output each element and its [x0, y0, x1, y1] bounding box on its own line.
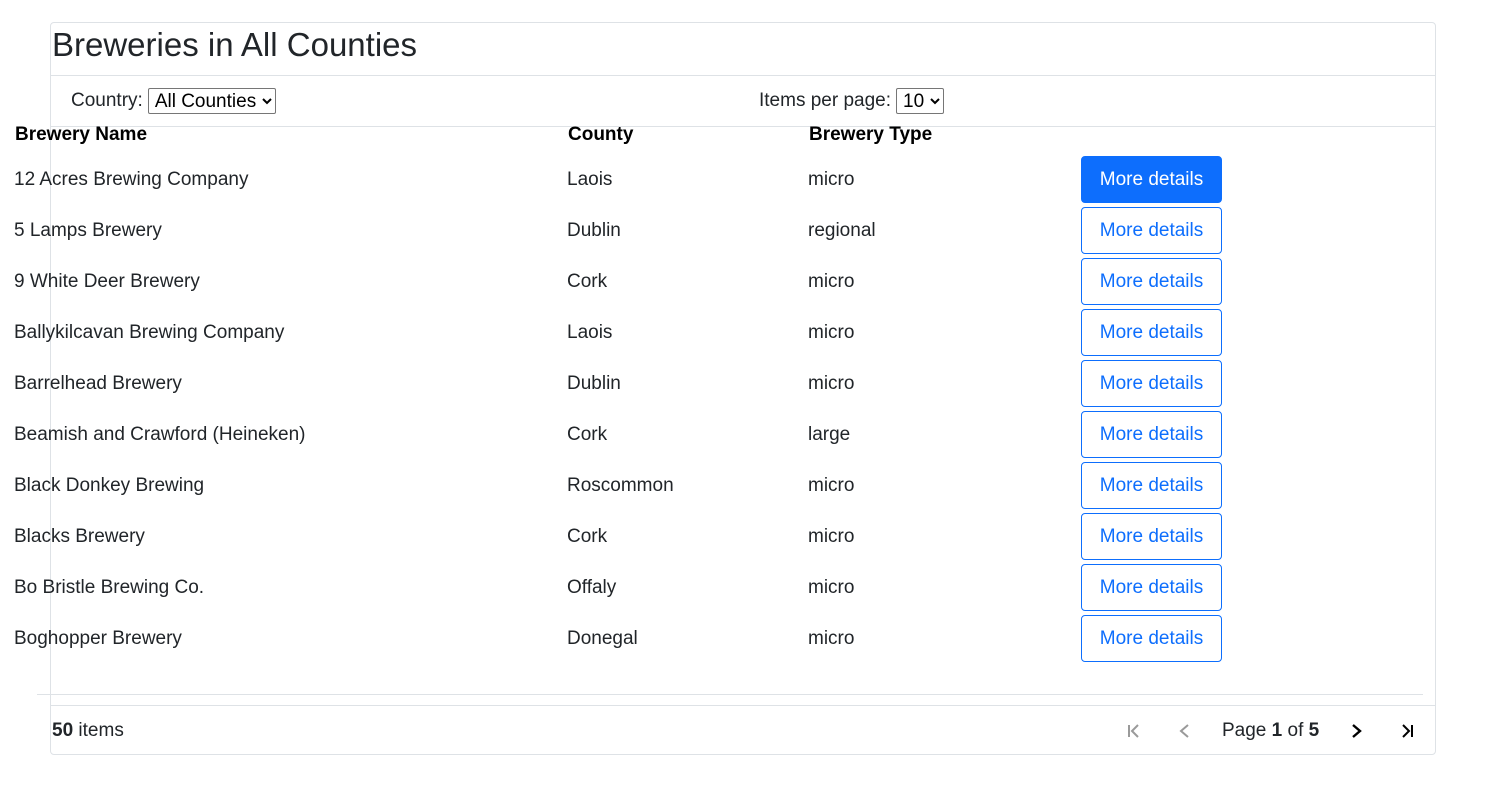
- more-details-button[interactable]: More details: [1081, 411, 1222, 458]
- table-header-row: Brewery Name County Brewery Type: [12, 116, 1252, 154]
- more-details-button[interactable]: More details: [1081, 207, 1222, 254]
- of-word: of: [1282, 720, 1309, 741]
- previous-page-icon: [1179, 724, 1189, 738]
- action-cell: More details: [1079, 562, 1252, 613]
- item-count-number: 50: [52, 720, 74, 741]
- brewery-type-cell: micro: [808, 372, 855, 394]
- action-cell: More details: [1079, 256, 1252, 307]
- table-row: Boghopper Brewery Donegal micro More detail…: [12, 613, 1252, 664]
- pagination: Page 1 of 5: [1121, 718, 1420, 744]
- action-cell: More details: [1079, 409, 1252, 460]
- county-cell: Cork: [567, 525, 608, 547]
- table-row: 12 Acres Brewing Company Laois micro More d…: [12, 154, 1252, 205]
- table-row: Black Donkey Brewing Roscommon micro More d…: [12, 460, 1252, 511]
- page-indicator: Page 1 of 5: [1222, 720, 1319, 742]
- table-row: 9 White Deer Brewery Cork micro More detail…: [12, 256, 1252, 307]
- table-row: Blacks Brewery Cork micro More details: [12, 511, 1252, 562]
- action-cell: More details: [1079, 511, 1252, 562]
- page-word: Page: [1222, 720, 1272, 741]
- item-count-label: items: [73, 720, 124, 741]
- page-title: Breweries in All Counties: [52, 26, 417, 63]
- brewery-name-cell: Boghopper Brewery: [14, 627, 182, 649]
- brewery-type-cell: large: [808, 423, 851, 445]
- items-per-page-select[interactable]: 10: [896, 88, 945, 114]
- brewery-type-cell: micro: [808, 321, 855, 343]
- table-footer: 50 items Page 1 of 5: [51, 705, 1435, 755]
- county-cell: Cork: [567, 270, 608, 292]
- action-cell: More details: [1079, 460, 1252, 511]
- more-details-button[interactable]: More details: [1081, 564, 1222, 611]
- action-cell: More details: [1079, 358, 1252, 409]
- header-county: County: [568, 124, 634, 145]
- brewery-name-cell: Black Donkey Brewing: [14, 474, 205, 496]
- more-details-button[interactable]: More details: [1081, 360, 1222, 407]
- brewery-type-cell: regional: [808, 219, 876, 241]
- table-row: 5 Lamps Brewery Dublin regional More detail…: [12, 205, 1252, 256]
- country-label: Country:: [71, 90, 143, 111]
- last-page-icon: [1402, 724, 1414, 738]
- brewery-type-cell: micro: [808, 627, 855, 649]
- more-details-button[interactable]: More details: [1081, 309, 1222, 356]
- table-row: Bo Bristle Brewing Co. Offaly micro More de…: [12, 562, 1252, 613]
- items-per-page-filter: Items per page: 10: [759, 88, 945, 114]
- next-page-button[interactable]: [1343, 718, 1369, 744]
- previous-page-button[interactable]: [1172, 718, 1198, 744]
- brewery-type-cell: micro: [808, 576, 855, 598]
- more-details-button[interactable]: More details: [1081, 462, 1222, 509]
- county-cell: Laois: [567, 321, 613, 343]
- brewery-name-cell: Beamish and Crawford (Heineken): [14, 423, 306, 445]
- first-page-button[interactable]: [1121, 718, 1147, 744]
- table-row: Ballykilcavan Brewing Company Laois micro M…: [12, 307, 1252, 358]
- more-details-button[interactable]: More details: [1081, 156, 1222, 203]
- table-row: Beamish and Crawford (Heineken) Cork large…: [12, 409, 1252, 460]
- county-cell: Donegal: [567, 627, 638, 649]
- brewery-name-cell: Bo Bristle Brewing Co.: [14, 576, 205, 598]
- county-cell: Roscommon: [567, 474, 674, 496]
- country-filter: Country: All Counties: [71, 88, 276, 114]
- brewery-type-cell: micro: [808, 270, 855, 292]
- table-row: Barrelhead Brewery Dublin micro More detail…: [12, 358, 1252, 409]
- item-count: 50 items: [52, 720, 124, 742]
- brewery-name-cell: 12 Acres Brewing Company: [14, 168, 249, 190]
- card-header: Breweries in All Counties: [51, 23, 1435, 76]
- current-page: 1: [1271, 720, 1283, 741]
- more-details-button[interactable]: More details: [1081, 513, 1222, 560]
- action-cell: More details: [1079, 613, 1252, 664]
- next-page-icon: [1352, 724, 1363, 738]
- county-cell: Dublin: [567, 372, 621, 394]
- brewery-name-cell: Blacks Brewery: [14, 525, 145, 547]
- brewery-type-cell: micro: [808, 168, 855, 190]
- last-page-button[interactable]: [1394, 718, 1420, 744]
- breweries-table: Brewery Name County Brewery Type 12 Acre…: [12, 116, 1252, 664]
- county-cell: Offaly: [567, 576, 617, 598]
- action-cell: More details: [1079, 307, 1252, 358]
- items-per-page-label: Items per page:: [759, 90, 892, 111]
- first-page-icon: [1128, 724, 1139, 738]
- brewery-name-cell: 9 White Deer Brewery: [14, 270, 200, 292]
- brewery-name-cell: Barrelhead Brewery: [14, 372, 182, 394]
- county-cell: Dublin: [567, 219, 621, 241]
- brewery-name-cell: 5 Lamps Brewery: [14, 219, 162, 241]
- more-details-button[interactable]: More details: [1081, 615, 1222, 662]
- country-select[interactable]: All Counties: [147, 88, 276, 114]
- county-cell: Laois: [567, 168, 613, 190]
- total-pages: 5: [1308, 720, 1320, 741]
- action-cell: More details: [1079, 154, 1252, 205]
- header-brewery-type: Brewery Type: [809, 124, 933, 145]
- header-brewery-name: Brewery Name: [15, 124, 148, 145]
- brewery-type-cell: micro: [808, 525, 855, 547]
- table-divider: [37, 694, 1423, 695]
- action-cell: More details: [1079, 205, 1252, 256]
- brewery-type-cell: micro: [808, 474, 855, 496]
- more-details-button[interactable]: More details: [1081, 258, 1222, 305]
- county-cell: Cork: [567, 423, 608, 445]
- header-actions: [1079, 116, 1252, 154]
- brewery-name-cell: Ballykilcavan Brewing Company: [14, 321, 285, 343]
